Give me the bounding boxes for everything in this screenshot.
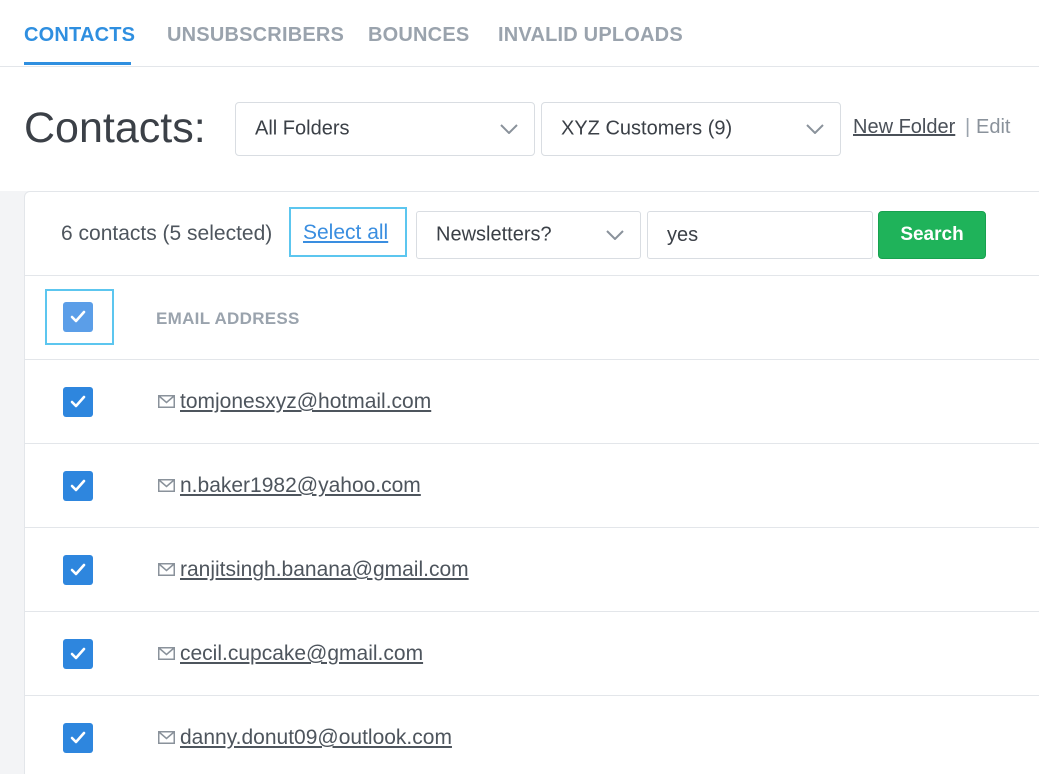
envelope-icon	[158, 731, 175, 744]
edit-link[interactable]: Edit	[976, 116, 1010, 139]
tab-bounces[interactable]: BOUNCES	[368, 24, 469, 47]
table-top-divider	[25, 275, 1039, 276]
email-address-column-header: EMAIL ADDRESS	[156, 309, 300, 328]
row-divider	[25, 359, 1039, 360]
tab-bar: CONTACTS UNSUBSCRIBERS BOUNCES INVALID U…	[0, 0, 1039, 67]
checkmark-icon	[70, 479, 86, 492]
page-title: Contacts:	[24, 104, 206, 152]
email-link[interactable]: cecil.cupcake@gmail.com	[180, 642, 423, 666]
envelope-icon	[158, 395, 175, 408]
contacts-card	[24, 191, 1039, 774]
row-checkbox[interactable]	[63, 639, 93, 669]
list-select-value: XYZ Customers (9)	[561, 117, 733, 140]
list-select[interactable]: XYZ Customers (9)	[541, 102, 841, 156]
envelope-icon	[158, 647, 175, 660]
checkmark-icon	[70, 395, 86, 408]
row-checkbox[interactable]	[63, 471, 93, 501]
row-divider	[25, 611, 1039, 612]
filter-value-input[interactable]	[647, 211, 873, 259]
row-divider	[25, 527, 1039, 528]
email-link[interactable]: danny.donut09@outlook.com	[180, 726, 452, 750]
row-divider	[25, 695, 1039, 696]
chevron-down-icon	[500, 124, 518, 134]
header-checkbox-highlight	[45, 289, 114, 345]
row-checkbox[interactable]	[63, 723, 93, 753]
email-link[interactable]: ranjitsingh.banana@gmail.com	[180, 558, 469, 582]
chevron-down-icon	[606, 230, 624, 240]
tab-contacts[interactable]: CONTACTS	[24, 24, 135, 47]
contacts-page: CONTACTS UNSUBSCRIBERS BOUNCES INVALID U…	[0, 0, 1039, 774]
select-all-highlight: Select all	[289, 207, 407, 257]
folder-select-value: All Folders	[255, 117, 350, 140]
row-divider	[25, 443, 1039, 444]
field-select[interactable]: Newsletters?	[416, 211, 641, 259]
contact-count: 6 contacts (5 selected)	[61, 222, 273, 245]
tab-invalid-uploads[interactable]: INVALID UPLOADS	[498, 24, 683, 47]
checkmark-icon	[70, 647, 86, 660]
header-separator: |	[965, 116, 971, 138]
row-checkbox[interactable]	[63, 555, 93, 585]
tab-unsubscribers[interactable]: UNSUBSCRIBERS	[167, 24, 344, 47]
checkmark-icon	[70, 563, 86, 576]
email-link[interactable]: n.baker1982@yahoo.com	[180, 474, 421, 498]
checkmark-icon	[70, 731, 86, 744]
new-folder-link[interactable]: New Folder	[853, 116, 955, 139]
envelope-icon	[158, 479, 175, 492]
search-button[interactable]: Search	[878, 211, 986, 259]
checkmark-icon	[70, 310, 86, 323]
envelope-icon	[158, 563, 175, 576]
folder-select[interactable]: All Folders	[235, 102, 535, 156]
chevron-down-icon	[806, 124, 824, 134]
select-all-checkbox[interactable]	[63, 302, 93, 332]
active-tab-indicator	[24, 62, 131, 65]
field-select-value: Newsletters?	[436, 223, 552, 246]
email-link[interactable]: tomjonesxyz@hotmail.com	[180, 390, 431, 414]
select-all-link[interactable]: Select all	[303, 221, 388, 245]
row-checkbox[interactable]	[63, 387, 93, 417]
